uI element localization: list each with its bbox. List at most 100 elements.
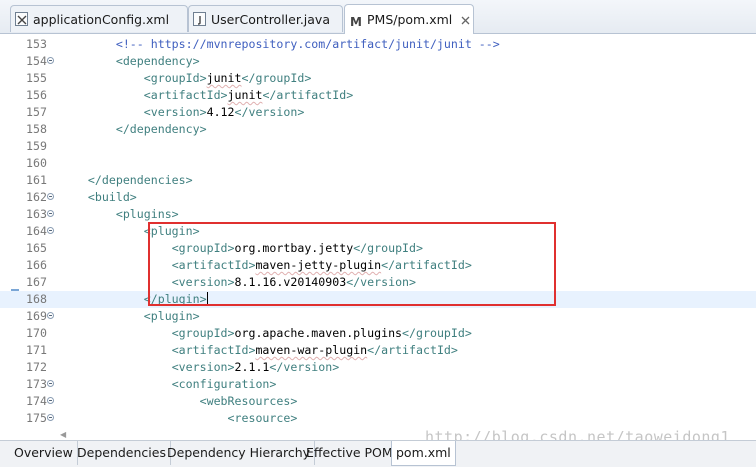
code-line[interactable]: 163 <plugins>	[0, 206, 756, 223]
fold-collapse-icon[interactable]	[47, 227, 54, 234]
code-line[interactable]: 164 <plugin>	[0, 223, 756, 240]
tab-overview[interactable]: Overview	[10, 441, 78, 465]
code-text: <configuration>	[60, 376, 277, 393]
line-number: 168	[26, 292, 47, 306]
xml-tag: <plugin>	[143, 309, 200, 323]
code-line[interactable]: 157 <version>4.12</version>	[0, 104, 756, 121]
code-text: <resource>	[60, 410, 298, 427]
xml-tag: </artifactId>	[381, 258, 472, 272]
line-number: 163	[26, 207, 47, 221]
xml-tag: <plugin>	[143, 224, 200, 238]
code-line[interactable]: 175 <resource>	[0, 410, 756, 427]
line-number: 153	[26, 37, 47, 51]
tab-effective-pom[interactable]: Effective POM	[302, 441, 398, 465]
xml-text: org.apache.maven.plugins	[234, 326, 403, 340]
xml-text: maven-jetty-plugin	[255, 258, 382, 272]
line-number: 160	[26, 156, 47, 170]
xml-tag: </version>	[269, 360, 340, 374]
tab-usercontroller-java[interactable]: UserController.java	[188, 5, 343, 32]
fold-collapse-icon[interactable]	[47, 193, 54, 200]
code-line[interactable]: 165 <groupId>org.mortbay.jetty</groupId>	[0, 240, 756, 257]
editor-tab-bar: applicationConfig.xml UserController.jav…	[0, 0, 756, 34]
close-icon[interactable]	[460, 14, 471, 25]
code-line[interactable]: 161 </dependencies>	[0, 172, 756, 189]
xml-tag: <artifactId>	[171, 343, 256, 357]
code-line[interactable]: 159	[0, 138, 756, 155]
scroll-left-arrow-icon[interactable]: ◀	[60, 430, 66, 439]
code-line[interactable]: 174 <webResources>	[0, 393, 756, 410]
code-text: <version>2.1.1</version>	[60, 359, 340, 376]
code-line[interactable]: 160	[0, 155, 756, 172]
code-line[interactable]: 168 </plugin>	[0, 291, 756, 308]
code-text: <webResources>	[60, 393, 298, 410]
fold-collapse-icon[interactable]	[47, 397, 54, 404]
fold-collapse-icon[interactable]	[47, 414, 54, 421]
java-file-icon	[193, 12, 206, 26]
code-line[interactable]: 169 <plugin>	[0, 308, 756, 325]
fold-collapse-icon[interactable]	[47, 380, 54, 387]
maven-pom-icon: M	[349, 13, 362, 27]
fold-collapse-icon[interactable]	[47, 312, 54, 319]
xml-tag: <groupId>	[171, 326, 235, 340]
line-number: 164	[26, 224, 47, 238]
code-text: </plugin>	[60, 291, 208, 308]
fold-collapse-icon[interactable]	[47, 210, 54, 217]
code-line[interactable]: 170 <groupId>org.apache.maven.plugins</g…	[0, 325, 756, 342]
xml-tag: <version>	[171, 275, 235, 289]
code-line[interactable]: 171 <artifactId>maven-war-plugin</artifa…	[0, 342, 756, 359]
tab-label: applicationConfig.xml	[33, 11, 170, 27]
fold-collapse-icon[interactable]	[47, 57, 54, 64]
tab-dependency-hierarchy[interactable]: Dependency Hierarchy	[163, 441, 316, 465]
line-number: 167	[26, 275, 47, 289]
code-text: <plugin>	[60, 308, 200, 325]
tab-pom-xml[interactable]: pom.xml	[391, 441, 456, 466]
code-text: <groupId>junit</groupId>	[60, 70, 312, 87]
code-text: </dependency>	[60, 121, 207, 138]
xml-text: 8.1.16.v20140903	[234, 275, 347, 289]
xml-tag: </groupId>	[241, 71, 312, 85]
code-line[interactable]: 156 <artifactId>junit</artifactId>	[0, 87, 756, 104]
code-text: <artifactId>junit</artifactId>	[60, 87, 353, 104]
code-line[interactable]: 153 <!-- https://mvnrepository.com/artif…	[0, 36, 756, 53]
line-number: 162	[26, 190, 47, 204]
xml-tag: <groupId>	[171, 241, 235, 255]
xml-text: 4.12	[206, 105, 235, 119]
code-text: <artifactId>maven-war-plugin</artifactId…	[60, 342, 458, 359]
code-text: <build>	[60, 189, 137, 206]
tab-label: UserController.java	[211, 11, 330, 27]
code-line[interactable]: 172 <version>2.1.1</version>	[0, 359, 756, 376]
code-line[interactable]: 158 </dependency>	[0, 121, 756, 138]
text-cursor	[206, 292, 208, 306]
xml-tag: <resource>	[227, 411, 298, 425]
code-editor[interactable]: 153 <!-- https://mvnrepository.com/artif…	[0, 34, 756, 440]
line-number: 157	[26, 105, 47, 119]
tab-dependencies[interactable]: Dependencies	[73, 441, 171, 465]
xml-text: 2.1.1	[234, 360, 270, 374]
line-number: 156	[26, 88, 47, 102]
line-number: 161	[26, 173, 47, 187]
tab-applicationconfig-xml[interactable]: applicationConfig.xml	[10, 5, 188, 32]
pom-editor-tab-bar: Overview Dependencies Dependency Hierarc…	[0, 440, 756, 467]
code-line[interactable]: 173 <configuration>	[0, 376, 756, 393]
xml-tag: </dependency>	[115, 122, 207, 136]
code-line[interactable]: 154 <dependency>	[0, 53, 756, 70]
code-line[interactable]: 162 <build>	[0, 189, 756, 206]
code-text: <groupId>org.apache.maven.plugins</group…	[60, 325, 472, 342]
svg-text:M: M	[350, 15, 362, 27]
xml-tag: </groupId>	[402, 326, 472, 340]
tab-pms-pom-xml[interactable]: M PMS/pom.xml	[344, 4, 474, 34]
xml-tag: <plugins>	[115, 207, 179, 221]
xml-tag: <artifactId>	[143, 88, 228, 102]
xml-tag: <groupId>	[143, 71, 207, 85]
code-line[interactable]: 155 <groupId>junit</groupId>	[0, 70, 756, 87]
code-line[interactable]: 166 <artifactId>maven-jetty-plugin</arti…	[0, 257, 756, 274]
code-line[interactable]: 167 <version>8.1.16.v20140903</version>	[0, 274, 756, 291]
